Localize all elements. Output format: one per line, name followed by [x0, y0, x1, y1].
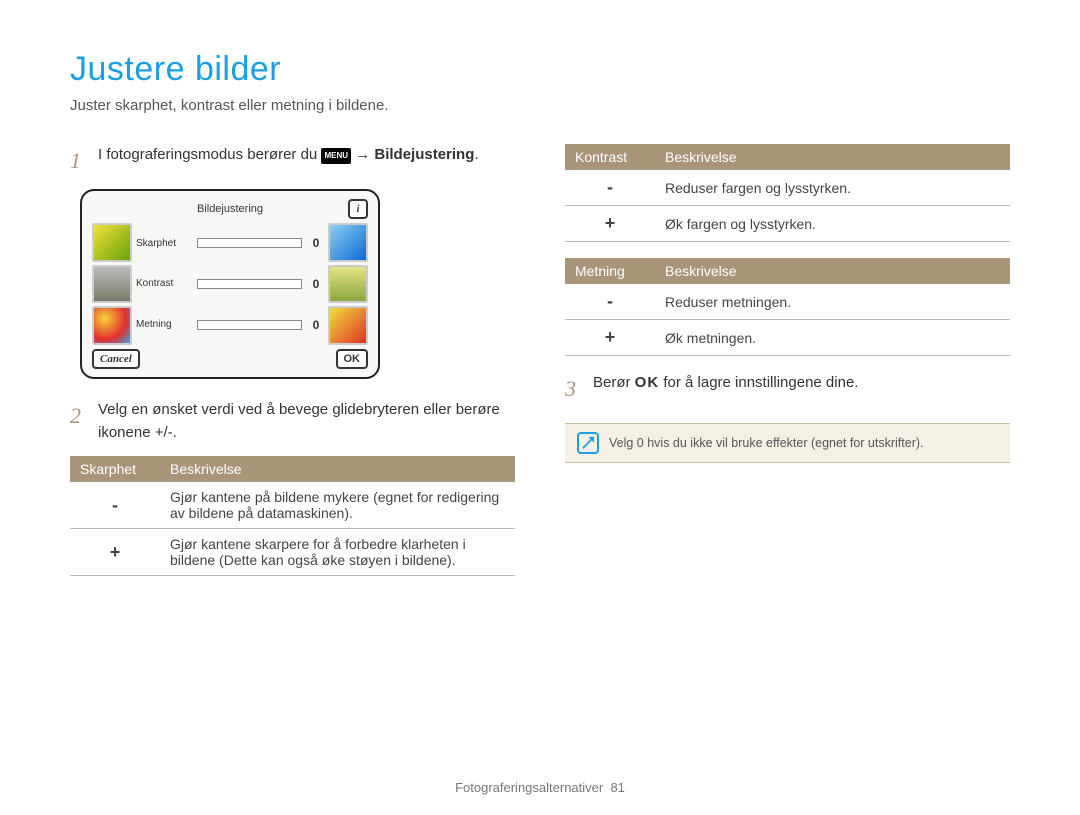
slider-track[interactable]: [197, 320, 302, 330]
table-row: -Gjør kantene på bildene mykere (egnet f…: [70, 482, 515, 529]
step-3-number: 3: [565, 372, 583, 405]
table-row: +Øk fargen og lysstyrken.: [565, 206, 1010, 242]
note-box: Velg 0 hvis du ikke vil bruke effekter (…: [565, 423, 1010, 463]
table-kontrast: KontrastBeskrivelse -Reduser fargen og l…: [565, 144, 1010, 242]
ok-button[interactable]: OK: [336, 349, 369, 369]
step-3-text: Berør OK for å lagre innstillingene dine…: [593, 372, 858, 405]
menu-icon: MENU: [321, 148, 351, 164]
table-row: +Øk metningen.: [565, 320, 1010, 356]
table-metning: MetningBeskrivelse -Reduser metningen. +…: [565, 258, 1010, 356]
slider-skarphet[interactable]: Skarphet 0: [136, 236, 324, 250]
slider-track[interactable]: [197, 279, 302, 289]
step-1-number: 1: [70, 144, 88, 177]
table-row: +Gjør kantene skarpere for å forbedre kl…: [70, 529, 515, 576]
page-subtitle: Juster skarphet, kontrast eller metning …: [70, 97, 1010, 114]
slider-track[interactable]: [197, 238, 302, 248]
step-1-text: I fotograferingsmodus berører du MENU → …: [98, 144, 479, 177]
page-footer: Fotograferingsalternativer 81: [0, 780, 1080, 795]
table-row: -Reduser fargen og lysstyrken.: [565, 170, 1010, 206]
cancel-button[interactable]: Cancel: [92, 349, 140, 369]
thumbnail-column-right: [328, 223, 368, 345]
page-title: Justere bilder: [70, 50, 1010, 89]
step-2-number: 2: [70, 399, 88, 444]
screenshot-title: Bildejustering: [112, 203, 348, 215]
note-text: Velg 0 hvis du ikke vil bruke effekter (…: [609, 436, 924, 450]
info-icon[interactable]: i: [348, 199, 368, 219]
slider-metning[interactable]: Metning 0: [136, 318, 324, 332]
thumbnail-column-left: [92, 223, 132, 345]
slider-kontrast[interactable]: Kontrast 0: [136, 277, 324, 291]
camera-screenshot: Bildejustering i Skarphet 0 Kontrast: [80, 189, 380, 379]
step-2-text: Velg en ønsket verdi ved å bevege glideb…: [98, 399, 515, 444]
note-icon: [577, 432, 599, 454]
table-row: -Reduser metningen.: [565, 284, 1010, 320]
table-skarphet: SkarphetBeskrivelse -Gjør kantene på bil…: [70, 456, 515, 576]
ok-text-icon: OK: [635, 374, 660, 391]
